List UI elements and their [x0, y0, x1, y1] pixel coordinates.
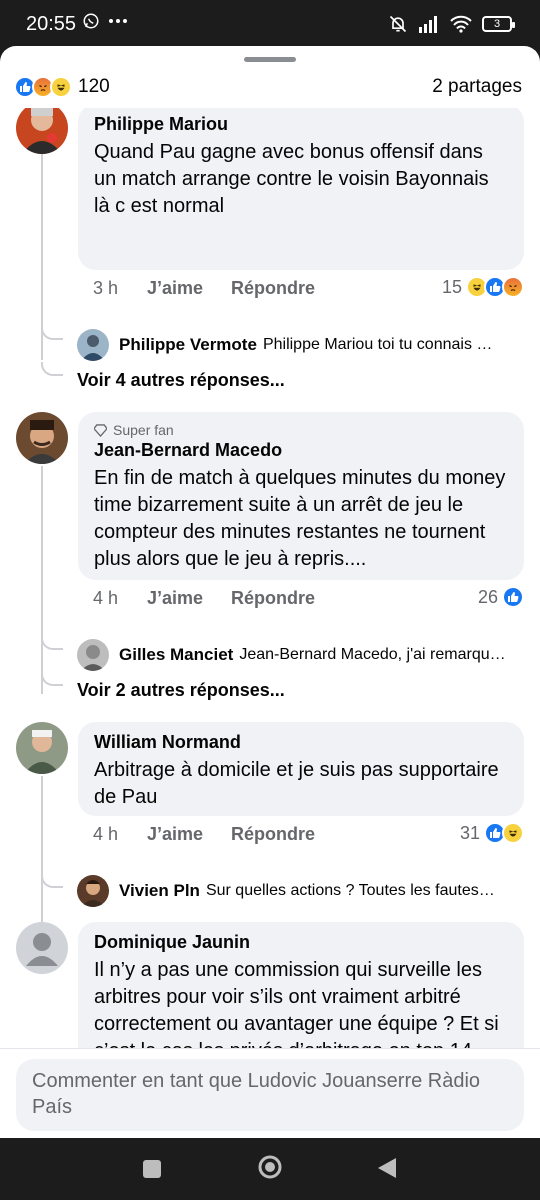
- comment-text: En fin de match à quelques minutes du mo…: [94, 467, 506, 570]
- reaction-count-number: 26: [477, 586, 498, 607]
- comment-time[interactable]: 4 h: [93, 588, 147, 609]
- comment-input[interactable]: Commenter en tant que Ludovic Jouanserre…: [16, 1059, 524, 1131]
- comment-bubble[interactable]: Dominique Jaunin Il n’y a pas une commis…: [78, 922, 524, 1048]
- reply-connector: [41, 326, 63, 340]
- status-notification-icons: [82, 12, 128, 30]
- reply-preview[interactable]: Vivien Pln Sur quelles actions ? Toutes …: [77, 874, 522, 908]
- back-icon[interactable]: [376, 1156, 398, 1180]
- reply-button[interactable]: Répondre: [231, 824, 315, 845]
- comment-reaction-count[interactable]: 15: [442, 276, 524, 298]
- angry-reaction-icon: [502, 276, 524, 298]
- more-replies-connector: [41, 362, 63, 376]
- comment-actions: 4 h J’aime Répondre: [93, 588, 315, 609]
- reply-text: Philippe Mariou toi tu connais …: [262, 336, 493, 353]
- reply-connector: [41, 874, 63, 888]
- reaction-count-number: 31: [459, 822, 480, 843]
- status-time: 20:55: [26, 13, 77, 35]
- reply-text: Sur quelles actions ? Toutes les fautes…: [205, 882, 495, 899]
- view-more-replies-link[interactable]: Voir 2 autres réponses...: [77, 680, 285, 701]
- reply-button[interactable]: Répondre: [231, 588, 315, 609]
- status-bar: 20:55 3: [0, 0, 540, 48]
- diamond-icon: [94, 423, 107, 437]
- reply-preview[interactable]: Philippe Vermote Philippe Mariou toi tu …: [77, 328, 522, 362]
- comment-reaction-count[interactable]: 26: [478, 586, 524, 608]
- reply-author[interactable]: Gilles Manciet: [119, 645, 233, 665]
- haha-reaction-icon: [502, 822, 524, 844]
- comment-reaction-count[interactable]: 31: [460, 822, 524, 844]
- comments-sheet: 120 2 partages Philippe Mariou Quand Pau…: [0, 46, 540, 1138]
- comment-text: Arbitrage à domicile et je suis pas supp…: [94, 759, 499, 808]
- avatar-william-normand[interactable]: [16, 722, 68, 774]
- comment-actions: 3 h J’aime Répondre: [93, 278, 315, 299]
- shares-count[interactable]: 2 partages: [432, 76, 522, 98]
- haha-reaction-icon: [50, 76, 72, 98]
- view-more-replies-link[interactable]: Voir 4 autres réponses...: [77, 370, 285, 391]
- comment-author[interactable]: Jean-Bernard Macedo: [94, 440, 508, 461]
- like-button[interactable]: J’aime: [147, 278, 231, 299]
- comment-author[interactable]: Philippe Mariou: [94, 114, 508, 135]
- reply-button[interactable]: Répondre: [231, 278, 315, 299]
- reactions-summary: 120 2 partages: [14, 72, 522, 102]
- more-replies-connector: [41, 672, 63, 686]
- home-icon[interactable]: [257, 1154, 283, 1180]
- comment-composer-bar: Commenter en tant que Ludovic Jouanserre…: [0, 1048, 540, 1138]
- avatar-dominique-jaunin[interactable]: [16, 922, 68, 974]
- reply-text: Jean-Bernard Macedo, j'ai remarqu…: [239, 646, 506, 663]
- avatar-vivien-pln[interactable]: [77, 875, 109, 907]
- comment-time[interactable]: 4 h: [93, 824, 147, 845]
- sheet-drag-handle[interactable]: [244, 57, 296, 62]
- battery-icon: 3: [482, 16, 515, 32]
- system-navigation-bar: [0, 1138, 540, 1200]
- more-dots-icon: [109, 19, 127, 23]
- like-button[interactable]: J’aime: [147, 588, 231, 609]
- status-system-icons: 3: [388, 14, 515, 34]
- like-button[interactable]: J’aime: [147, 824, 231, 845]
- reply-author[interactable]: Vivien Pln: [119, 881, 200, 901]
- reply-author[interactable]: Philippe Vermote: [119, 335, 257, 355]
- comment-text: Quand Pau gagne avec bonus offensif dans…: [94, 141, 489, 217]
- recent-apps-icon[interactable]: [142, 1159, 162, 1179]
- comment-bubble[interactable]: Super fan Jean-Bernard Macedo En fin de …: [78, 412, 524, 580]
- comment-author[interactable]: Dominique Jaunin: [94, 932, 508, 953]
- thread-line: [41, 466, 43, 694]
- avatar-gilles-manciet[interactable]: [77, 639, 109, 671]
- reply-preview[interactable]: Gilles Manciet Jean-Bernard Macedo, j'ai…: [77, 638, 522, 672]
- mute-bell-icon: [389, 15, 407, 33]
- reply-connector: [41, 636, 63, 650]
- wifi-icon: [450, 15, 472, 33]
- avatar-jean-bernard-macedo[interactable]: [16, 412, 68, 464]
- comment-bubble[interactable]: Philippe Mariou Quand Pau gagne avec bon…: [78, 108, 524, 270]
- reactions-button[interactable]: 120: [14, 76, 110, 98]
- whatsapp-icon: [83, 13, 99, 29]
- comment-actions: 4 h J’aime Répondre: [93, 824, 315, 845]
- comment-text: Il n’y a pas une commission qui surveill…: [94, 959, 499, 1048]
- comment-author[interactable]: William Normand: [94, 732, 508, 753]
- comment-bubble[interactable]: William Normand Arbitrage à domicile et …: [78, 722, 524, 816]
- thread-line: [41, 776, 43, 936]
- avatar-philippe-vermote[interactable]: [77, 329, 109, 361]
- super-fan-label: Super fan: [113, 422, 174, 438]
- comment-time[interactable]: 3 h: [93, 278, 147, 299]
- reaction-count-number: 15: [441, 276, 462, 297]
- super-fan-badge: Super fan: [94, 422, 508, 438]
- like-reaction-icon: [502, 586, 524, 608]
- comment-list[interactable]: Philippe Mariou Quand Pau gagne avec bon…: [0, 108, 540, 1048]
- avatar-philippe-mariou[interactable]: [16, 108, 68, 154]
- reaction-total: 120: [78, 76, 110, 97]
- signal-icon: [419, 16, 437, 33]
